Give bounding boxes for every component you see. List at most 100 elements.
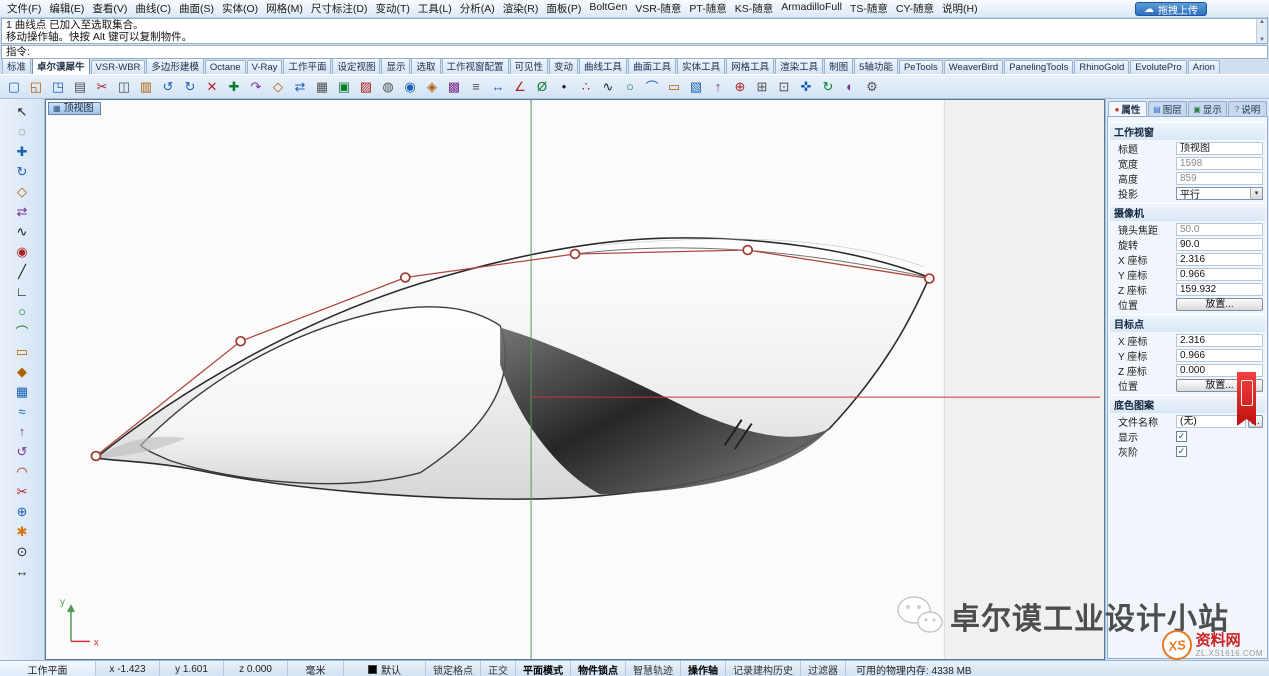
line-tool-icon[interactable]: ╱ — [11, 262, 33, 281]
surface-tool-icon[interactable]: ▦ — [11, 382, 33, 401]
menu-item[interactable]: 变动(T) — [372, 0, 414, 17]
scroll-down-icon[interactable]: ▼ — [1259, 37, 1265, 43]
lock-icon[interactable]: ◈ — [422, 77, 442, 97]
toolbar-tab[interactable]: PeTools — [899, 60, 943, 74]
hide-icon[interactable]: ◍ — [378, 77, 398, 97]
wallpaper-gray-checkbox[interactable]: ✓ — [1176, 446, 1187, 457]
freeform-curve-icon[interactable]: ∿ — [598, 77, 618, 97]
status-pane[interactable]: 过滤器 — [801, 661, 846, 676]
radius-icon[interactable]: Ø — [532, 77, 552, 97]
undo-icon[interactable]: ↺ — [158, 77, 178, 97]
promo-ribbon[interactable] — [1237, 372, 1256, 426]
polygon-tool-icon[interactable]: ◆ — [11, 362, 33, 381]
rectangle-tool-icon[interactable]: ▭ — [11, 342, 33, 361]
toolbar-tab[interactable]: 实体工具 — [677, 59, 725, 74]
command-prompt[interactable]: 指令: — [1, 45, 1268, 59]
status-pane[interactable]: 操作轴 — [681, 661, 726, 676]
cut-icon[interactable]: ✂ — [92, 77, 112, 97]
cplane-button[interactable]: 工作平面 — [0, 661, 96, 676]
options-icon[interactable]: ⚙ — [862, 77, 882, 97]
extrude-icon[interactable]: ↑ — [708, 77, 728, 97]
explode-tool-icon[interactable]: ✱ — [11, 522, 33, 541]
toolbar-tab[interactable]: 网格工具 — [726, 59, 774, 74]
menu-item[interactable]: KS-随意 — [731, 0, 778, 17]
viewport[interactable]: ▦ 顶视图 — [45, 99, 1105, 660]
menu-item[interactable]: 文件(F) — [3, 0, 45, 17]
menu-item[interactable]: 工具(L) — [414, 0, 456, 17]
toolbar-tab[interactable]: 工作视窗配置 — [442, 59, 509, 74]
rectangle-icon[interactable]: ▭ — [664, 77, 684, 97]
curve-control-point[interactable] — [571, 250, 580, 259]
wallpaper-show-checkbox[interactable]: ✓ — [1176, 431, 1187, 442]
extrude-tool-icon[interactable]: ↑ — [11, 422, 33, 441]
menu-item[interactable]: 曲线(C) — [131, 0, 175, 17]
print-icon[interactable]: ▤ — [70, 77, 90, 97]
point-icon[interactable]: • — [554, 77, 574, 97]
control-points-icon[interactable]: ◉ — [11, 242, 33, 261]
menu-item[interactable]: BoltGen — [585, 0, 631, 17]
angle-icon[interactable]: ∠ — [510, 77, 530, 97]
tab-properties[interactable]: ● 属性 — [1108, 101, 1147, 116]
target-x-field[interactable]: 2.316 — [1176, 334, 1263, 347]
menu-item[interactable]: CY-随意 — [892, 0, 938, 17]
viewport-title-field[interactable]: 顶视图 — [1176, 142, 1263, 155]
toolbar-tab[interactable]: 变动 — [549, 59, 578, 74]
status-pane[interactable]: 平面模式 — [516, 661, 571, 676]
copy-icon[interactable]: ◫ — [114, 77, 134, 97]
tab-layers[interactable]: ▤ 图层 — [1148, 101, 1187, 116]
curve-control-point[interactable] — [401, 273, 410, 282]
menu-item[interactable]: PT-随意 — [685, 0, 730, 17]
menu-item[interactable]: ArmadilloFull — [777, 0, 846, 17]
menu-item[interactable]: 面板(P) — [542, 0, 585, 17]
toolbar-tab[interactable]: EvolutePro — [1130, 60, 1186, 74]
menu-item[interactable]: 分析(A) — [456, 0, 499, 17]
surface-icon[interactable]: ▧ — [686, 77, 706, 97]
menu-item[interactable]: 查看(V) — [88, 0, 131, 17]
show-icon[interactable]: ◉ — [400, 77, 420, 97]
polyline-tool-icon[interactable]: ∟ — [11, 282, 33, 301]
tab-help[interactable]: ? 说明 — [1228, 101, 1267, 116]
toolbar-tab[interactable]: Arion — [1188, 60, 1220, 74]
toolbar-tab[interactable]: 卓尔谟犀牛 — [32, 59, 90, 74]
toolbar-tab[interactable]: V-Ray — [247, 60, 283, 74]
menu-item[interactable]: 编辑(E) — [45, 0, 88, 17]
layer-manager-icon[interactable]: ▩ — [444, 77, 464, 97]
upload-button[interactable]: ☁ 拖拽上传 — [1135, 2, 1207, 16]
redo-icon[interactable]: ↻ — [180, 77, 200, 97]
menu-item[interactable]: 曲面(S) — [175, 0, 218, 17]
projection-select[interactable]: 平行 ▾ — [1176, 187, 1263, 200]
camera-x-field[interactable]: 2.316 — [1176, 253, 1263, 266]
save-file-icon[interactable]: ◳ — [48, 77, 68, 97]
menu-item[interactable]: VSR-随意 — [631, 0, 685, 17]
wallpaper-filename-value[interactable]: (无) — [1176, 415, 1246, 428]
status-pane[interactable]: 智慧轨迹 — [626, 661, 681, 676]
chevron-down-icon[interactable]: ▾ — [1250, 188, 1262, 199]
status-pane[interactable]: 记录建构历史 — [726, 661, 801, 676]
pan-view-icon[interactable]: ✜ — [796, 77, 816, 97]
join-tool-icon[interactable]: ⊕ — [11, 502, 33, 521]
status-pane[interactable]: 锁定格点 — [426, 661, 481, 676]
toolbar-tab[interactable]: 渲染工具 — [775, 59, 823, 74]
move-tool-icon[interactable]: ✚ — [11, 142, 33, 161]
points-on-icon[interactable]: ∴ — [576, 77, 596, 97]
object-properties-icon[interactable]: ≡ — [466, 77, 486, 97]
distance-icon[interactable]: ↔ — [488, 77, 508, 97]
rotate-icon[interactable]: ↷ — [246, 77, 266, 97]
circle-icon[interactable]: ○ — [620, 77, 640, 97]
delete-icon[interactable]: ✕ — [202, 77, 222, 97]
scroll-up-icon[interactable]: ▲ — [1259, 19, 1265, 25]
toolbar-tab[interactable]: 设定视图 — [332, 59, 380, 74]
viewport-title-tab[interactable]: ▦ 顶视图 — [48, 102, 101, 115]
circle-tool-icon[interactable]: ○ — [11, 302, 33, 321]
tab-display[interactable]: ▣ 显示 — [1188, 101, 1227, 116]
toolbar-tab[interactable]: 选取 — [411, 59, 440, 74]
toolbar-tab[interactable]: 可见性 — [510, 59, 549, 74]
fillet-tool-icon[interactable]: ◠ — [11, 462, 33, 481]
mirror-icon[interactable]: ⇄ — [290, 77, 310, 97]
menu-item[interactable]: 实体(O) — [218, 0, 262, 17]
rotate-tool-icon[interactable]: ↻ — [11, 162, 33, 181]
zoom-tool-icon[interactable]: ⊙ — [11, 542, 33, 561]
boolean-union-icon[interactable]: ⊕ — [730, 77, 750, 97]
toolbar-tab[interactable]: 工作平面 — [283, 59, 331, 74]
units-indicator[interactable]: 毫米 — [288, 661, 344, 676]
